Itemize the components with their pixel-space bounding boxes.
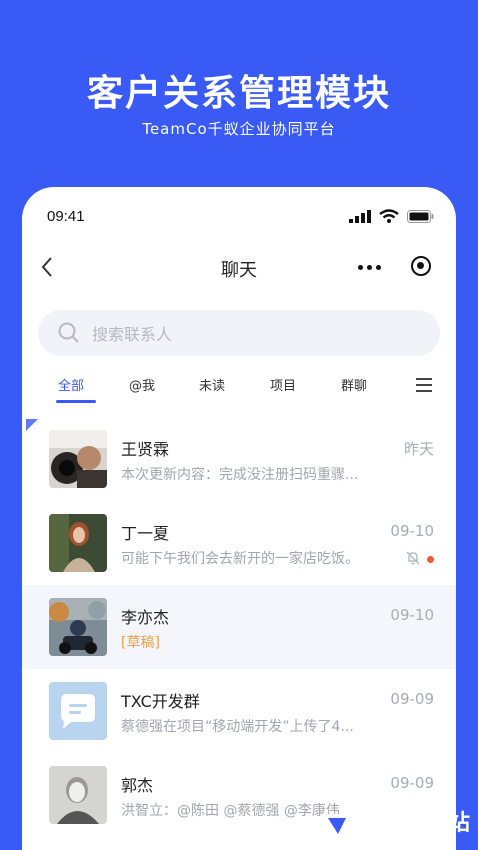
active-tab-indicator bbox=[56, 400, 96, 403]
chat-row[interactable]: 丁一夏 09-10 可能下午我们会去新开的一家店吃饭。 bbox=[22, 501, 456, 585]
avatar bbox=[49, 598, 107, 656]
status-icons bbox=[349, 209, 434, 223]
watermark: 第七下载站 www.d7down.com bbox=[318, 810, 470, 848]
search-icon bbox=[58, 322, 79, 343]
page-title: 聊天 bbox=[221, 260, 257, 281]
chat-date: 09-09 bbox=[390, 774, 434, 792]
search-input[interactable]: 搜索联系人 bbox=[38, 310, 440, 356]
nav-bar: 聊天 bbox=[22, 247, 456, 287]
chat-row[interactable]: 王贤霖 昨天 本次更新内容：完成没注册扫码重骤... bbox=[22, 417, 456, 501]
download-site-logo-icon bbox=[321, 814, 352, 844]
avatar bbox=[49, 514, 107, 572]
watermark-url: www.d7down.com bbox=[359, 835, 442, 845]
filter-tabs: 全部 @我 未读 项目 群聊 bbox=[22, 375, 456, 411]
tab-all[interactable]: 全部 bbox=[58, 375, 84, 394]
phone-screen: 09:41 聊天 搜索联系人 全部 @我 未读 项目 群聊 王贤霖 昨天 本次更… bbox=[22, 187, 456, 850]
menu-icon[interactable] bbox=[416, 378, 432, 396]
chat-row[interactable]: 李亦杰 09-10 [草稿] bbox=[22, 585, 456, 669]
battery-icon bbox=[407, 209, 434, 223]
chat-name: 李亦杰 bbox=[121, 608, 170, 627]
tab-unread[interactable]: 未读 bbox=[199, 375, 225, 394]
chat-draft-label: [草稿] bbox=[121, 635, 160, 651]
corner-marker bbox=[26, 419, 38, 431]
watermark-brand: 第七下载站 bbox=[359, 811, 470, 836]
chat-date: 09-10 bbox=[390, 606, 434, 624]
avatar bbox=[49, 766, 107, 824]
chat-date: 09-10 bbox=[390, 522, 434, 540]
chat-name: 丁一夏 bbox=[121, 524, 170, 543]
avatar bbox=[49, 430, 107, 488]
chat-preview: 本次更新内容：完成没注册扫码重骤... bbox=[121, 467, 359, 483]
status-time: 09:41 bbox=[47, 208, 85, 225]
more-icon[interactable] bbox=[358, 265, 381, 270]
target-icon[interactable] bbox=[411, 256, 431, 276]
chat-name: 王贤霖 bbox=[121, 440, 170, 459]
chat-date: 昨天 bbox=[403, 440, 434, 458]
hero-subtitle: TeamCo千蚁企业协同平台 bbox=[142, 120, 336, 138]
tab-projects[interactable]: 项目 bbox=[270, 375, 296, 394]
mute-bell-icon bbox=[406, 551, 420, 565]
chat-preview: 蔡德强在项目“移动端开发”上传了4... bbox=[121, 719, 354, 735]
search-placeholder: 搜索联系人 bbox=[92, 325, 173, 344]
wifi-icon bbox=[379, 209, 399, 223]
hero-title: 客户关系管理模块 bbox=[86, 73, 391, 114]
tab-mentions[interactable]: @我 bbox=[129, 375, 155, 394]
chat-name: 郭杰 bbox=[121, 776, 154, 795]
unread-dot bbox=[427, 556, 434, 563]
chat-name: TXC开发群 bbox=[121, 692, 200, 711]
chat-row[interactable]: TXC开发群 09-09 蔡德强在项目“移动端开发”上传了4... bbox=[22, 669, 456, 753]
tab-groups[interactable]: 群聊 bbox=[341, 375, 367, 394]
chat-list: 王贤霖 昨天 本次更新内容：完成没注册扫码重骤... 丁一夏 09-10 可能下… bbox=[22, 417, 456, 837]
status-bar: 09:41 bbox=[22, 187, 456, 243]
chat-date: 09-09 bbox=[390, 690, 434, 708]
chat-preview: 可能下午我们会去新开的一家店吃饭。 bbox=[121, 551, 359, 567]
avatar bbox=[49, 682, 107, 740]
signal-icon bbox=[349, 209, 371, 223]
